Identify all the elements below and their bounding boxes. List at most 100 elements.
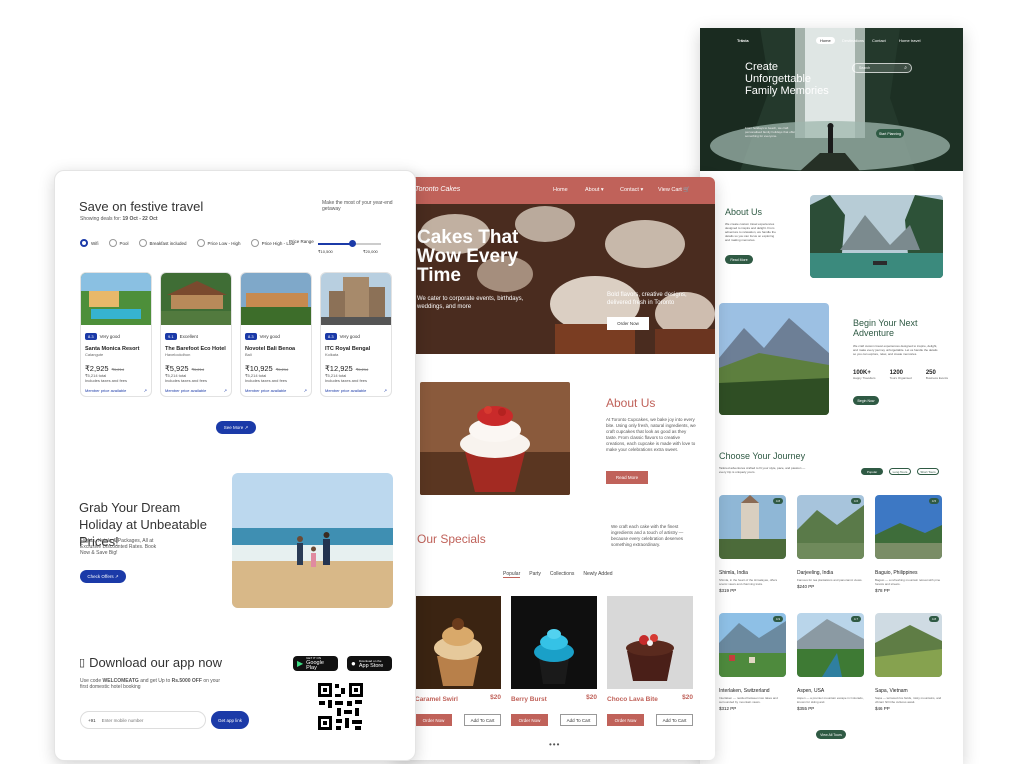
cakes-nav-home[interactable]: Home — [553, 187, 568, 193]
travel-hero-title: Create Unforgettable Family Memories — [745, 61, 829, 97]
order-now-button[interactable]: Order Now — [415, 714, 452, 726]
travel-hero-text: From holidays to beach, we craft persona… — [745, 126, 796, 138]
carousel-dots[interactable]: ••• — [549, 740, 560, 749]
destination-desc: Aspen — a premier mountain escape in Col… — [797, 696, 864, 704]
promo-discount: Rs.5000 OFF — [171, 678, 202, 684]
travel-about-text: We create custom travel experiences desi… — [725, 222, 776, 242]
travel-read-more-button[interactable]: Read More — [725, 255, 753, 264]
product-card[interactable]: Choco Lava Bite $20 Order Now Add To Car… — [607, 596, 693, 730]
member-price-link[interactable]: Member price available — [85, 388, 126, 393]
phone-icon: ▯ — [79, 657, 86, 669]
radio-icon — [196, 239, 205, 247]
filter-price-high-low[interactable]: Price High - Low — [250, 239, 295, 247]
app-store-button[interactable]: ● Download on the App Store — [347, 656, 392, 671]
get-app-link-button[interactable]: Get app link — [211, 711, 249, 729]
phone-placeholder: Enter mobile number — [101, 717, 144, 723]
stat-tours: 1200 Tours Organised — [889, 370, 912, 380]
arrow-icon[interactable]: ↗ — [384, 388, 387, 393]
score-badge: 9.1 — [165, 333, 177, 340]
radio-icon — [138, 239, 147, 247]
begin-now-button[interactable]: Begin Now — [853, 396, 879, 405]
arrow-icon[interactable]: ↗ — [144, 388, 147, 393]
destination-card[interactable]: 4.8 Shimla, India Shimla, in the heart o… — [719, 495, 786, 595]
qr-code[interactable] — [317, 682, 364, 731]
order-now-button[interactable]: Order Now — [607, 714, 644, 726]
cakes-logo: Toronto Cakes — [415, 186, 461, 193]
add-to-cart-button[interactable]: Add To Cart — [560, 714, 597, 726]
product-image — [607, 596, 693, 689]
cakes-nav-cart[interactable]: View Cart 🛒 — [658, 187, 690, 193]
filter-breakfast[interactable]: Breakfast included — [138, 239, 187, 247]
destination-card[interactable]: 4.6 Darjeeling, India Famous for tea pla… — [797, 495, 864, 595]
product-card[interactable]: Caramel Swirl $20 Order Now Add To Cart — [415, 596, 501, 730]
hotel-card[interactable]: 8.3 Very good Novotel Bali Benoa Bali ₹10… — [240, 272, 312, 397]
hotel-card[interactable]: 8.3 Very good ITC Royal Bengal Kolkata ₹1… — [320, 272, 392, 397]
cakes-nav-about[interactable]: About ▾ — [585, 187, 604, 193]
travel-search-input[interactable]: Search ⌕ — [852, 63, 912, 73]
hotel-price: ₹12,925 — [325, 364, 353, 373]
rating-badge: 4.8 — [772, 498, 783, 504]
destination-card[interactable]: 4.7 Aspen, USA Aspen — a premier mountai… — [797, 613, 864, 713]
hotel-card[interactable]: 9.1 Excellent The Barefoot Eco Hotel Have… — [160, 272, 232, 397]
destination-card[interactable]: 4.5 Baguio, Philippines Baguio — a refre… — [875, 495, 942, 595]
travel-begin-title: Begin Your Next Adventure — [853, 318, 918, 338]
add-to-cart-button[interactable]: Add To Cart — [464, 714, 501, 726]
member-price-link[interactable]: Member price available — [325, 388, 366, 393]
taxes-note: Includes taxes and fees — [245, 378, 288, 383]
view-all-tours-button[interactable]: View All Tours — [816, 730, 846, 739]
destination-price: $240 PP — [797, 584, 815, 589]
price-range-slider[interactable] — [318, 240, 381, 247]
destination-card[interactable]: 4.8 Sapa, Vietnam Sapa — terraced rice f… — [875, 613, 942, 713]
start-planning-button[interactable]: Start Planning — [876, 129, 904, 138]
filter-wifi[interactable]: Wifi — [80, 239, 99, 247]
filter-pool[interactable]: Pool — [108, 239, 129, 247]
member-price-link[interactable]: Member price available — [165, 388, 206, 393]
tab-popular[interactable]: Popular — [503, 571, 521, 578]
member-price-link[interactable]: Member price available — [245, 388, 286, 393]
mobile-number-input[interactable]: +91 Enter mobile number — [80, 711, 206, 729]
beach-family-image — [232, 473, 393, 608]
cakes-read-more-button[interactable]: Read More — [606, 471, 648, 484]
filter-short-tours[interactable]: Short Tours — [917, 468, 939, 475]
see-more-button[interactable]: See More ↗ — [216, 421, 256, 434]
hotel-price: ₹10,925 — [245, 364, 273, 373]
specials-text: We craft each cake with the finest ingre… — [611, 524, 684, 547]
arrow-icon[interactable]: ↗ — [304, 388, 307, 393]
tab-party[interactable]: Party — [529, 571, 541, 578]
tab-newly-added[interactable]: Newly Added — [583, 571, 612, 578]
destination-price: $46 PP — [875, 706, 890, 711]
filter-long-tours[interactable]: Long Tours — [889, 468, 911, 475]
hotel-price: ₹2,925 — [85, 364, 109, 373]
cakes-nav-contact[interactable]: Contact ▾ — [620, 187, 643, 193]
travel-nav-contact[interactable]: Contact — [872, 38, 886, 43]
google-play-button[interactable]: ▶ GET IT ON Google Play — [293, 656, 338, 671]
travel-nav-home[interactable]: Home — [816, 37, 835, 44]
destination-card[interactable]: 4.9 Interlaken, Switzerland Interlaken —… — [719, 613, 786, 713]
order-now-button[interactable]: Order Now — [511, 714, 548, 726]
arrow-icon[interactable]: ↗ — [224, 388, 227, 393]
check-offers-button[interactable]: Check Offers ↗ — [80, 570, 126, 583]
travel-nav-extra[interactable]: Home travel — [899, 38, 921, 43]
country-code: +91 — [88, 717, 96, 723]
hotel-location: Bali — [245, 352, 252, 357]
travel-nav-destinations[interactable]: Destinations — [842, 38, 864, 43]
add-to-cart-button[interactable]: Add To Cart — [656, 714, 693, 726]
travel-hero: Trăvia Home Destinations Contact Home tr… — [700, 28, 963, 171]
hotel-image — [241, 273, 311, 325]
cakes-hero-right-text: Bold flavors, creative designs, delivere… — [607, 292, 687, 306]
cakes-hero-order-button[interactable]: Order Now — [607, 317, 649, 330]
hotel-image — [321, 273, 391, 325]
destination-name: Shimla, India — [719, 570, 748, 576]
journey-title: Choose Your Journey — [719, 451, 806, 461]
product-card[interactable]: Berry Burst $20 Order Now Add To Cart — [511, 596, 597, 730]
tab-collections[interactable]: Collections — [550, 571, 574, 578]
google-play-icon: ▶ — [297, 659, 304, 668]
filter-price-low-high[interactable]: Price Low - High — [196, 239, 241, 247]
slider-handle[interactable] — [349, 240, 356, 247]
filter-popular[interactable]: Popular — [861, 468, 883, 475]
hotel-price: ₹5,925 — [165, 364, 189, 373]
hotel-image — [81, 273, 151, 325]
hotel-card[interactable]: 8.3 Very good Santa Monica Resort Calangu… — [80, 272, 152, 397]
waterfall-scene — [700, 28, 963, 171]
rating-text: Very good — [99, 334, 120, 339]
